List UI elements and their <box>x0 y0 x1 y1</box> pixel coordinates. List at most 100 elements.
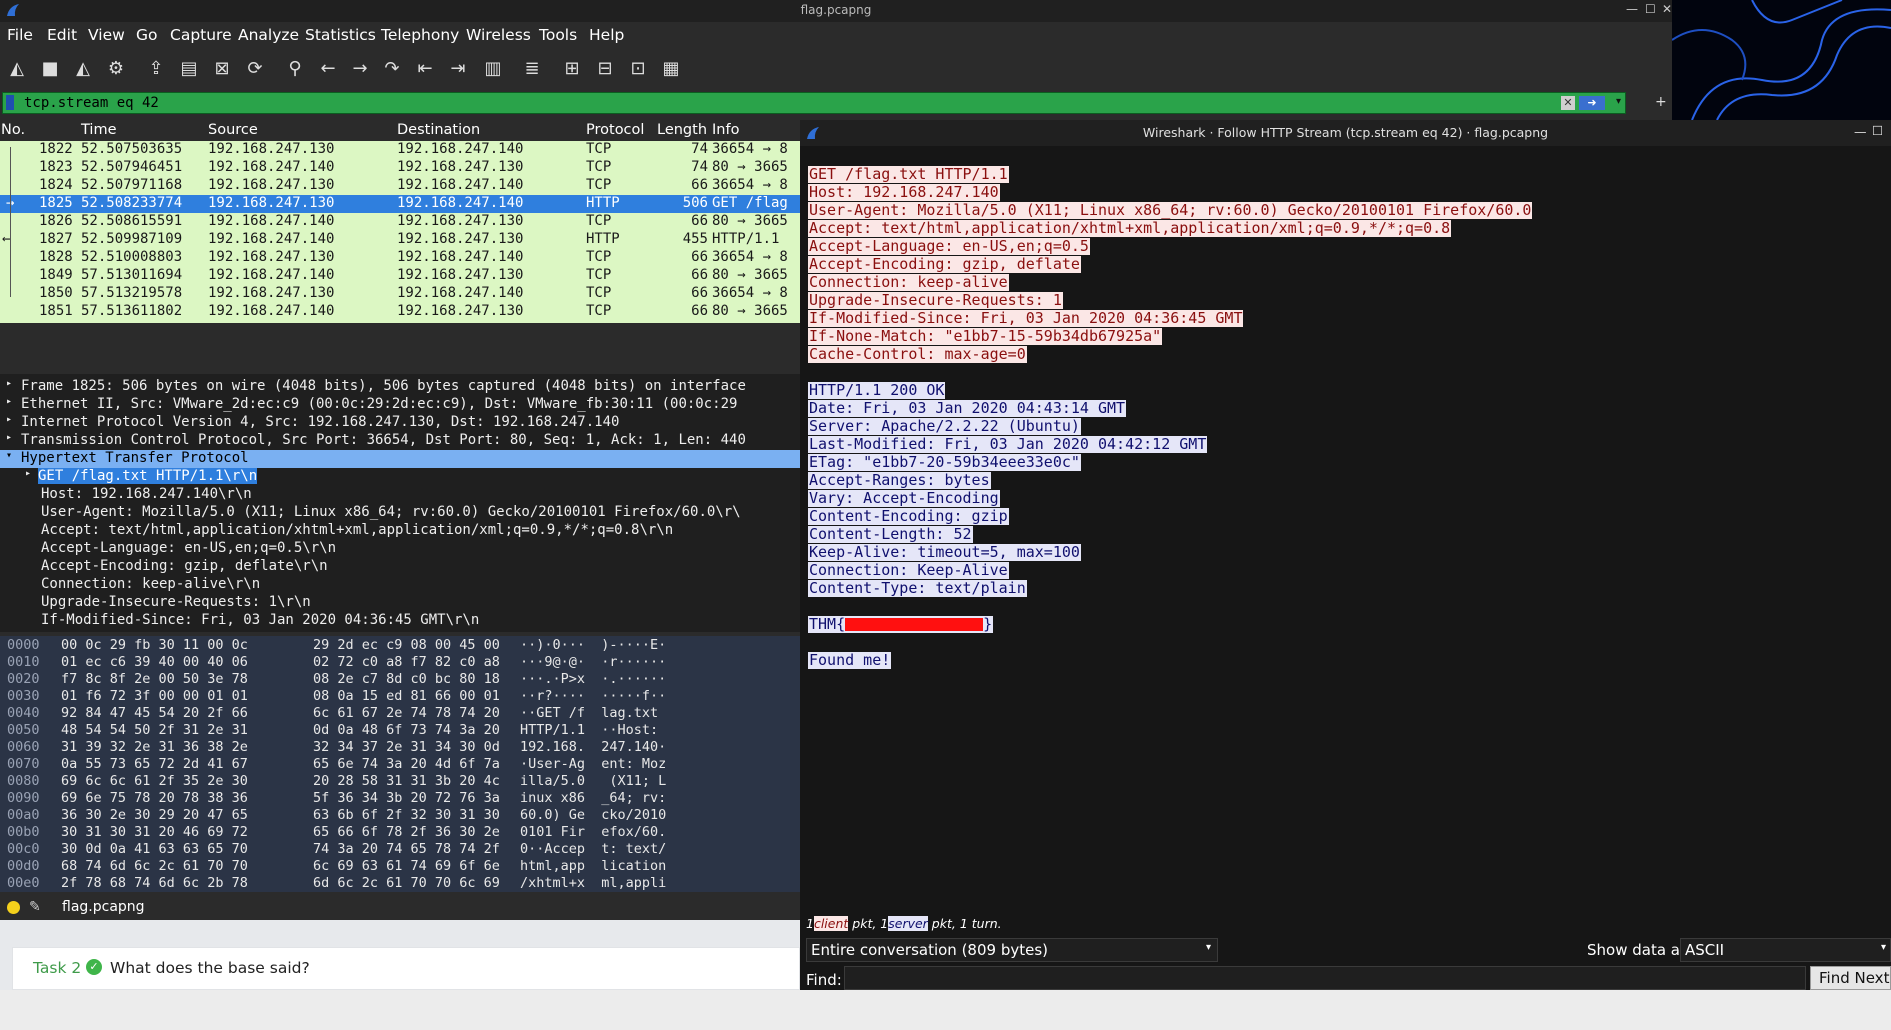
apply-filter-icon[interactable]: ➜ <box>1579 96 1605 110</box>
hex-row[interactable]: 0050 48 54 54 50 2f 31 2e 31 0d 0a 48 6f 7… <box>0 722 800 739</box>
zoom-out-icon[interactable]: ⊟ <box>592 56 618 82</box>
packet-row[interactable]: 1824 52.507971168 192.168.247.130 192.168.2… <box>0 177 800 195</box>
display-filter-input[interactable]: tcp.stream eq 42 ✕ ➜ ▾ <box>2 92 1626 114</box>
normal-size-icon[interactable]: ⊡ <box>625 56 651 82</box>
detail-http-field[interactable]: Accept-Encoding: gzip, deflate\r\n <box>0 558 800 576</box>
hex-row[interactable]: 0070 0a 55 73 65 72 2d 41 67 65 6e 74 3a 2… <box>0 756 800 773</box>
packet-row[interactable]: 1822 52.507503635 192.168.247.130 192.168.2… <box>0 141 800 159</box>
packet-row-selected[interactable]: →182552.508233774192.168.247.130192.168.… <box>0 195 800 213</box>
stop-capture-icon[interactable]: ■ <box>37 56 63 82</box>
autoscroll-icon[interactable]: ▥ <box>480 56 506 82</box>
detail-tcp[interactable]: ▸ Transmission Control Protocol, Src Port… <box>0 432 800 450</box>
packet-row[interactable]: 1851 57.513611802 192.168.247.140 192.168.2… <box>0 303 800 321</box>
restart-capture-icon[interactable]: ◭ <box>70 56 96 82</box>
menu-statistics[interactable]: Statistics <box>305 26 376 44</box>
col-length[interactable]: Length <box>657 122 707 138</box>
hex-row[interactable]: 00b0 30 31 30 31 20 46 69 72 65 66 6f 78 2… <box>0 824 800 841</box>
menu-view[interactable]: View <box>88 26 125 44</box>
menu-edit[interactable]: Edit <box>47 26 77 44</box>
detail-http-field[interactable]: Accept: text/html,application/xhtml+xml,… <box>0 522 800 540</box>
hex-row[interactable]: 0010 01 ec c6 39 40 00 40 06 02 72 c0 a8 f… <box>0 654 800 671</box>
hex-row[interactable]: 00d0 68 74 6d 6c 2c 61 70 70 6c 69 63 61 7… <box>0 858 800 875</box>
col-time[interactable]: Time <box>81 122 117 138</box>
task-card[interactable]: Task 2 ✓ What does the base said? <box>12 947 800 990</box>
packet-row[interactable]: 1823 52.507946451 192.168.247.140 192.168.2… <box>0 159 800 177</box>
detail-http-field[interactable]: Upgrade-Insecure-Requests: 1\r\n <box>0 594 800 612</box>
open-file-icon[interactable]: ⇪ <box>143 56 169 82</box>
hex-row[interactable]: 0040 92 84 47 45 54 20 2f 66 6c 61 67 2e 7… <box>0 705 800 722</box>
find-packet-icon[interactable]: ⚲ <box>282 56 308 82</box>
last-packet-icon[interactable]: ⇥ <box>445 56 471 82</box>
expand-arrow-icon[interactable]: ▸ <box>6 378 12 389</box>
stream-content[interactable]: GET /flag.txt HTTP/1.1 Host: 192.168.247… <box>808 150 1891 1030</box>
menu-help[interactable]: Help <box>589 26 624 44</box>
filter-history-icon[interactable]: ▾ <box>1616 96 1621 107</box>
find-next-button[interactable]: Find Next <box>1810 966 1891 990</box>
close-file-icon[interactable]: ⊠ <box>209 56 235 82</box>
go-forward-icon[interactable]: → <box>347 56 373 82</box>
hex-row[interactable]: 0060 31 39 32 2e 31 36 38 2e 32 34 37 2e 3… <box>0 739 800 756</box>
capture-comment-icon[interactable]: ✎ <box>29 899 41 915</box>
col-info[interactable]: Info <box>712 122 739 138</box>
detail-http-request-line[interactable]: ▸ GET /flag.txt HTTP/1.1\r\n <box>0 468 800 486</box>
hex-row[interactable]: 0080 69 6c 6c 61 2f 35 2e 30 20 28 58 31 3… <box>0 773 800 790</box>
hex-row[interactable]: 0000 00 0c 29 fb 30 11 00 0c 29 2d ec c9 0… <box>0 637 800 654</box>
col-source[interactable]: Source <box>208 122 258 138</box>
colorize-icon[interactable]: ≣ <box>519 56 545 82</box>
detail-ipv4[interactable]: ▸ Internet Protocol Version 4, Src: 192.1… <box>0 414 800 432</box>
packet-row[interactable]: 1826 52.508615591 192.168.247.140 192.168.2… <box>0 213 800 231</box>
detail-http[interactable]: ▾ Hypertext Transfer Protocol <box>0 450 800 468</box>
clear-filter-icon[interactable]: ✕ <box>1561 96 1575 110</box>
expand-arrow-icon[interactable]: ▸ <box>25 468 31 479</box>
hex-row[interactable]: 0090 69 6e 75 78 20 78 38 36 5f 36 34 3b 2… <box>0 790 800 807</box>
maximize-button[interactable]: ☐ <box>1645 2 1656 16</box>
dialog-minimize-button[interactable]: — <box>1854 124 1867 139</box>
packet-row[interactable]: 1850 57.513219578 192.168.247.130 192.168.2… <box>0 285 800 303</box>
go-back-icon[interactable]: ← <box>315 56 341 82</box>
hex-row[interactable]: 0030 01 f6 72 3f 00 00 01 01 08 0a 15 ed 8… <box>0 688 800 705</box>
detail-http-field[interactable]: Accept-Language: en-US,en;q=0.5\r\n <box>0 540 800 558</box>
col-no[interactable]: No. <box>1 122 25 138</box>
bookmark-icon[interactable] <box>6 95 14 110</box>
reload-file-icon[interactable]: ⟳ <box>242 56 268 82</box>
col-destination[interactable]: Destination <box>397 122 480 138</box>
detail-frame[interactable]: ▸ Frame 1825: 506 bytes on wire (4048 bit… <box>0 378 800 396</box>
expand-arrow-icon[interactable]: ▸ <box>6 432 12 443</box>
menu-go[interactable]: Go <box>136 26 158 44</box>
go-to-packet-icon[interactable]: ↷ <box>379 56 405 82</box>
expert-info-icon[interactable] <box>7 901 20 914</box>
minimize-button[interactable]: — <box>1626 2 1638 16</box>
collapse-arrow-icon[interactable]: ▾ <box>6 450 12 461</box>
dialog-maximize-button[interactable]: ☐ <box>1872 123 1883 138</box>
add-filter-button-icon[interactable]: + <box>1655 94 1667 110</box>
find-input[interactable] <box>844 966 1806 990</box>
conversation-select[interactable]: Entire conversation (809 bytes) ▾ <box>806 938 1218 962</box>
zoom-in-icon[interactable]: ⊞ <box>559 56 585 82</box>
expand-arrow-icon[interactable]: ▸ <box>6 396 12 407</box>
menu-file[interactable]: File <box>7 26 33 44</box>
show-data-as-select[interactable]: ASCII ▾ <box>1680 938 1891 962</box>
capture-options-icon[interactable]: ⚙ <box>103 56 129 82</box>
hex-row[interactable]: 0020 f7 8c 8f 2e 00 50 3e 78 08 2e c7 8d c… <box>0 671 800 688</box>
menu-capture[interactable]: Capture <box>170 26 232 44</box>
expand-arrow-icon[interactable]: ▸ <box>6 414 12 425</box>
hex-row[interactable]: 00c0 30 0d 0a 41 63 63 65 70 74 3a 20 74 6… <box>0 841 800 858</box>
detail-http-field[interactable]: Host: 192.168.247.140\r\n <box>0 486 800 504</box>
save-file-icon[interactable]: ▤ <box>176 56 202 82</box>
menu-tools[interactable]: Tools <box>539 26 577 44</box>
packet-row[interactable]: 1828 52.510008803 192.168.247.130 192.168.2… <box>0 249 800 267</box>
detail-ethernet[interactable]: ▸ Ethernet II, Src: VMware_2d:ec:c9 (00:0… <box>0 396 800 414</box>
menu-wireless[interactable]: Wireless <box>466 26 531 44</box>
menu-telephony[interactable]: Telephony <box>381 26 459 44</box>
detail-http-field[interactable]: User-Agent: Mozilla/5.0 (X11; Linux x86_… <box>0 504 800 522</box>
detail-http-field[interactable]: Connection: keep-alive\r\n <box>0 576 800 594</box>
menu-analyze[interactable]: Analyze <box>238 26 299 44</box>
hex-row[interactable]: 00e0 2f 78 68 74 6d 6c 2b 78 6d 6c 2c 61 7… <box>0 875 800 892</box>
first-packet-icon[interactable]: ⇤ <box>412 56 438 82</box>
col-protocol[interactable]: Protocol <box>586 122 644 138</box>
close-button[interactable]: ✕ <box>1662 2 1672 16</box>
packet-row[interactable]: ← 1827 52.509987109 192.168.247.140 192.168.… <box>0 231 800 249</box>
hex-row[interactable]: 00a0 36 30 2e 30 29 20 47 65 63 6b 6f 2f 3… <box>0 807 800 824</box>
resize-columns-icon[interactable]: ▦ <box>658 56 684 82</box>
detail-http-field[interactable]: If-Modified-Since: Fri, 03 Jan 2020 04:3… <box>0 612 800 630</box>
